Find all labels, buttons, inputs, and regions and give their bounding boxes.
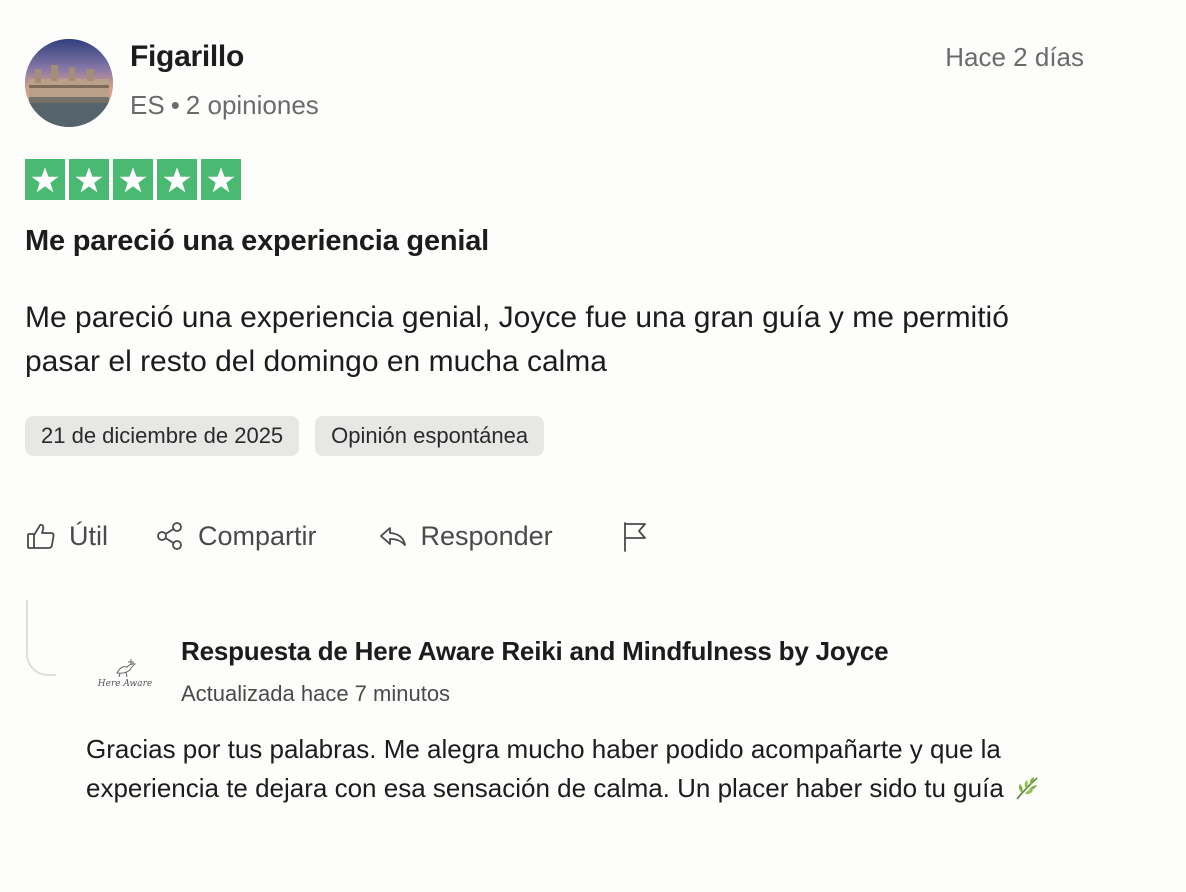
reply-updated: Actualizada hace 7 minutos xyxy=(181,681,451,706)
reply-body-text: Gracias por tus palabras. Me alegra much… xyxy=(86,734,1004,803)
reply-button[interactable]: Responder xyxy=(377,520,553,552)
reply-body: Gracias por tus palabras. Me alegra much… xyxy=(86,730,1086,808)
reply-label: Responder xyxy=(420,520,553,551)
review-relative-date: Hace 2 días xyxy=(945,42,1084,72)
experience-date-chip: 21 de diciembre de 2025 xyxy=(25,416,300,456)
share-icon xyxy=(154,520,186,552)
review-title[interactable]: Me pareció una experiencia genial xyxy=(25,225,489,258)
reply-title: Respuesta de Here Aware Reiki and Mindfu… xyxy=(181,636,889,666)
useful-button[interactable]: Útil xyxy=(25,520,108,552)
star-icon xyxy=(201,159,241,200)
bird-logo-icon xyxy=(116,659,137,678)
star-icon xyxy=(113,159,153,200)
share-button[interactable]: Compartir xyxy=(154,520,317,552)
reviewer-avatar[interactable] xyxy=(25,39,113,127)
reviewer-country: ES xyxy=(130,90,165,120)
castle-photo-icon xyxy=(25,39,113,127)
useful-label: Útil xyxy=(69,520,108,551)
star-rating xyxy=(25,159,241,200)
share-label: Compartir xyxy=(198,520,317,551)
star-icon xyxy=(157,159,197,200)
business-logo[interactable]: Here Aware xyxy=(90,640,160,704)
review-body: Me pareció una experiencia genial, Joyce… xyxy=(25,301,1009,378)
star-icon xyxy=(25,159,65,200)
report-button[interactable] xyxy=(619,520,663,552)
business-logo-text: Here Aware xyxy=(97,679,153,689)
meta-separator: • xyxy=(170,90,180,120)
reply-arrow-icon xyxy=(377,520,409,552)
review-type-chip[interactable]: Opinión espontánea xyxy=(315,416,545,456)
review-actions: Útil Compartir Responder xyxy=(25,516,663,556)
thumbs-up-icon xyxy=(25,520,57,552)
star-icon xyxy=(69,159,109,200)
reviewer-name[interactable]: Figarillo xyxy=(130,40,244,74)
flag-icon xyxy=(619,520,651,552)
review-card: Figarillo ES • 2 opiniones Hace 2 días Me … xyxy=(0,0,1186,892)
reviewer-meta: ES • 2 opiniones xyxy=(130,90,319,121)
herb-icon xyxy=(1013,773,1041,800)
reply-connector xyxy=(26,600,56,676)
review-chips: 21 de diciembre de 2025 Opinión espontán… xyxy=(25,416,545,456)
reviewer-review-count: 2 opiniones xyxy=(185,90,319,120)
